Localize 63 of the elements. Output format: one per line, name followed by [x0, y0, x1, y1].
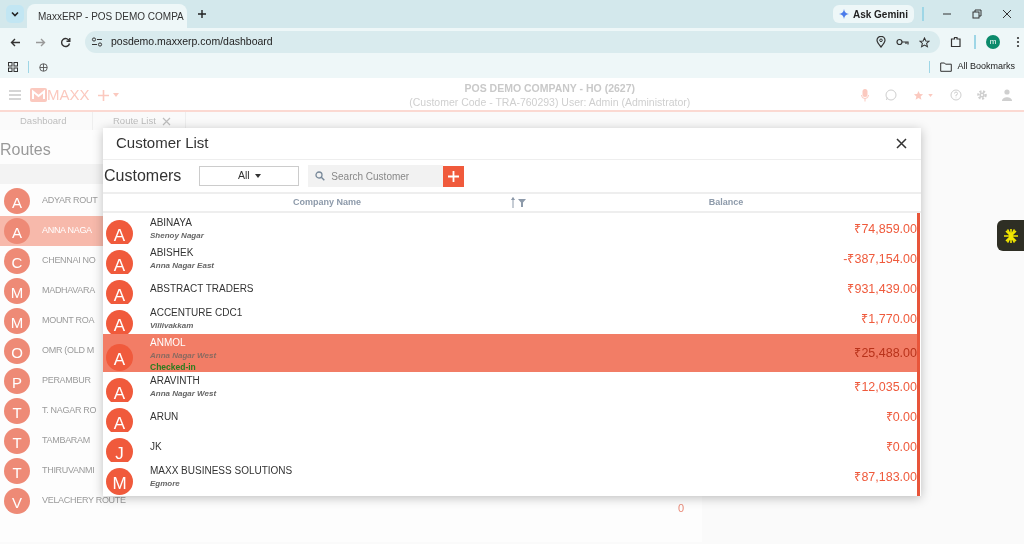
route-name: ANNA NAGA: [42, 224, 92, 238]
panel-title: Routes: [0, 140, 51, 160]
customer-avatar: J: [106, 437, 133, 465]
balance-amount: -₹387,154.00: [843, 250, 917, 268]
customer-name: ARUN: [150, 411, 179, 422]
balance-amount: ₹74,859.00: [854, 220, 917, 238]
customer-name: MAXX BUSINESS SOLUTIONS: [150, 465, 293, 476]
customer-name: ANMOL: [150, 337, 187, 348]
customer-name: ABSTRACT TRADERS: [150, 283, 254, 294]
customer-avatar: A: [106, 219, 133, 247]
balance-amount: ₹87,183.00: [854, 468, 917, 486]
customer-avatar: A: [106, 309, 133, 337]
route-count: 0: [677, 500, 684, 516]
balance-amount: ₹1,770.00: [861, 310, 917, 328]
route-avatar: M: [4, 278, 30, 304]
route-name: MADHAVARA: [42, 284, 95, 298]
section-heading: Customers: [104, 166, 182, 186]
tab-title: MaxxERP - POS DEMO COMPA: [38, 9, 184, 24]
customer-area: Anna Nagar West: [150, 350, 217, 361]
balance-amount: ₹0.00: [885, 408, 917, 426]
customer-avatar: A: [106, 377, 133, 405]
customer-area: Villivakkam: [150, 320, 243, 331]
customer-name: ABISHEK: [150, 247, 195, 258]
route-avatar: C: [4, 248, 30, 274]
route-avatar: T: [4, 458, 30, 484]
route-name: T. NAGAR RO: [42, 404, 97, 418]
customer-avatar: A: [106, 249, 133, 277]
route-avatar: A: [4, 218, 30, 244]
route-avatar: T: [4, 398, 30, 424]
route-avatar: V: [4, 488, 30, 514]
customer-area: Anna Nagar West: [150, 388, 217, 399]
logo-text: MAXX: [47, 84, 90, 105]
route-avatar: A: [4, 188, 30, 214]
route-avatar: T: [4, 428, 30, 454]
route-name: VELACHERY ROUTE: [42, 494, 126, 508]
route-name: ADYAR ROUT: [42, 194, 98, 208]
route-name: TAMBARAM: [42, 434, 90, 448]
route-name: OMR (OLD M: [42, 344, 94, 358]
balance-amount: ₹12,035.00: [854, 378, 917, 396]
route-avatar: P: [4, 368, 30, 394]
customer-name: ACCENTURE CDC1: [150, 307, 243, 318]
customer-avatar: M: [106, 467, 133, 495]
route-name: CHENNAI NO: [42, 254, 96, 268]
balance-amount: ₹25,488.00: [854, 344, 917, 362]
customer-area: Egmore: [150, 478, 293, 489]
customer-name: ARAVINTH: [150, 375, 201, 386]
route-avatar: O: [4, 338, 30, 364]
customer-avatar: A: [106, 407, 133, 435]
customer-name: JK: [150, 441, 162, 452]
url-text: posdemo.maxxerp.com/dashboard: [111, 34, 273, 50]
status-label: Checked-in: [150, 362, 197, 373]
dialog-title: Customer List: [116, 133, 209, 154]
customer-avatar: A: [106, 279, 133, 307]
route-name: THIRUVANMI: [42, 464, 95, 478]
route-name: MOUNT ROA: [42, 314, 95, 328]
route-avatar: M: [4, 308, 30, 334]
customer-avatar: A: [106, 343, 133, 371]
balance-amount: ₹0.00: [885, 438, 917, 456]
customer-name: ABINAYA: [150, 217, 193, 228]
balance-amount: ₹931,439.00: [847, 280, 917, 298]
route-name: PERAMBUR: [42, 374, 91, 388]
customer-area: Shenoy Nagar: [150, 230, 204, 241]
customer-area: Anna Nagar East: [150, 260, 215, 271]
